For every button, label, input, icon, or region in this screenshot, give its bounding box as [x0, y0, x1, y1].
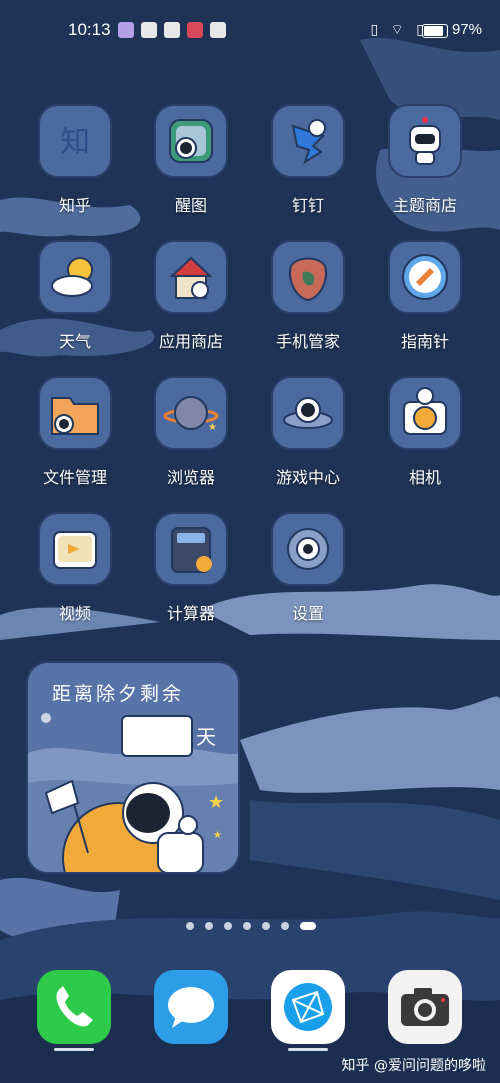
app-phone-manager[interactable]: 手机管家	[253, 240, 363, 352]
app-store-icon[interactable]	[154, 240, 228, 314]
page-dot[interactable]	[300, 922, 316, 930]
dock-indicator	[54, 1048, 94, 1051]
phone-icon[interactable]	[37, 970, 111, 1044]
days-unit: 天	[196, 725, 216, 749]
browser-icon[interactable]: ★	[154, 376, 228, 450]
page-dot[interactable]	[224, 922, 232, 930]
app-compass[interactable]: 指南针	[370, 240, 480, 352]
svg-text:★: ★	[213, 830, 222, 841]
camera-icon[interactable]	[388, 376, 462, 450]
watermark: 知乎 @爱问问题的哆啦	[341, 1058, 486, 1074]
svg-text:★: ★	[208, 792, 224, 813]
app-settings[interactable]: 设置	[253, 512, 363, 624]
xingtu-icon[interactable]	[154, 104, 228, 178]
huawei-icon	[164, 22, 180, 38]
battery-icon	[422, 24, 448, 38]
widget-title: 距离除夕剩余	[52, 683, 185, 705]
app-theme-store[interactable]: 主题商店	[370, 104, 480, 216]
book-icon	[187, 22, 203, 38]
page-indicator[interactable]	[0, 922, 500, 934]
zhihu-icon[interactable]: 知	[38, 104, 112, 178]
video-icon[interactable]	[38, 512, 112, 586]
status-time: 10:13	[68, 20, 111, 39]
messages-icon[interactable]	[154, 970, 228, 1044]
app-calculator[interactable]: 计算器	[136, 512, 246, 624]
app-video[interactable]: 视频	[20, 512, 130, 624]
compass-icon[interactable]	[388, 240, 462, 314]
weather-icon[interactable]	[38, 240, 112, 314]
app-label: 指南针	[400, 332, 449, 351]
app-label: 相机	[408, 468, 441, 487]
app-label: 醒图	[174, 196, 207, 215]
page-dot[interactable]	[243, 922, 251, 930]
app-label: 知乎	[58, 196, 91, 215]
page-dot[interactable]	[281, 922, 289, 930]
app-dingtalk[interactable]: 钉钉	[253, 104, 363, 216]
status-bar: 10:13 ▯ ⌔ ▯ 97%	[0, 0, 500, 60]
app-label: 主题商店	[392, 196, 457, 215]
page-dot[interactable]	[186, 922, 194, 930]
app-label: 设置	[291, 604, 324, 623]
app-label: 计算器	[166, 604, 215, 623]
app-camera[interactable]: 相机	[370, 376, 480, 488]
app-label: 钉钉	[291, 196, 324, 215]
battery-percent: 97%	[451, 21, 482, 38]
tablet-icon	[118, 22, 134, 38]
app-label: 视频	[58, 604, 91, 623]
app-app-store[interactable]: 应用商店	[136, 240, 246, 352]
app-xingtu[interactable]: 醒图	[136, 104, 246, 216]
app-label: 应用商店	[158, 332, 223, 351]
dock-indicator	[288, 1048, 328, 1051]
theme-store-icon[interactable]	[388, 104, 462, 178]
app-label: 文件管理	[42, 468, 107, 487]
signal-icons: ▯ ⌔ ▯	[370, 22, 428, 38]
app-weather[interactable]: 天气	[20, 240, 130, 352]
app-game-center[interactable]: 游戏中心	[253, 376, 363, 488]
countdown-widget[interactable]: ★ ★ 距离除夕剩余 天	[26, 661, 240, 874]
huawei-icon	[210, 22, 226, 38]
files-icon[interactable]	[38, 376, 112, 450]
page-dot[interactable]	[262, 922, 270, 930]
svg-text:知: 知	[60, 125, 90, 160]
days-remaining-box	[121, 715, 193, 757]
huawei-icon	[141, 22, 157, 38]
camera-icon[interactable]	[388, 970, 462, 1044]
app-files[interactable]: 文件管理	[20, 376, 130, 488]
app-browser[interactable]: ★ 浏览器	[136, 376, 246, 488]
game-center-icon[interactable]	[271, 376, 345, 450]
svg-text:★: ★	[208, 422, 217, 433]
browser-icon[interactable]	[271, 970, 345, 1044]
app-label: 浏览器	[166, 468, 215, 487]
phone-manager-icon[interactable]	[271, 240, 345, 314]
settings-icon[interactable]	[271, 512, 345, 586]
dingtalk-icon[interactable]	[271, 104, 345, 178]
page-dot[interactable]	[205, 922, 213, 930]
app-label: 游戏中心	[275, 468, 340, 487]
app-label: 天气	[58, 332, 91, 351]
app-label: 手机管家	[275, 332, 340, 351]
app-zhihu[interactable]: 知知乎	[20, 104, 130, 216]
calculator-icon[interactable]	[154, 512, 228, 586]
